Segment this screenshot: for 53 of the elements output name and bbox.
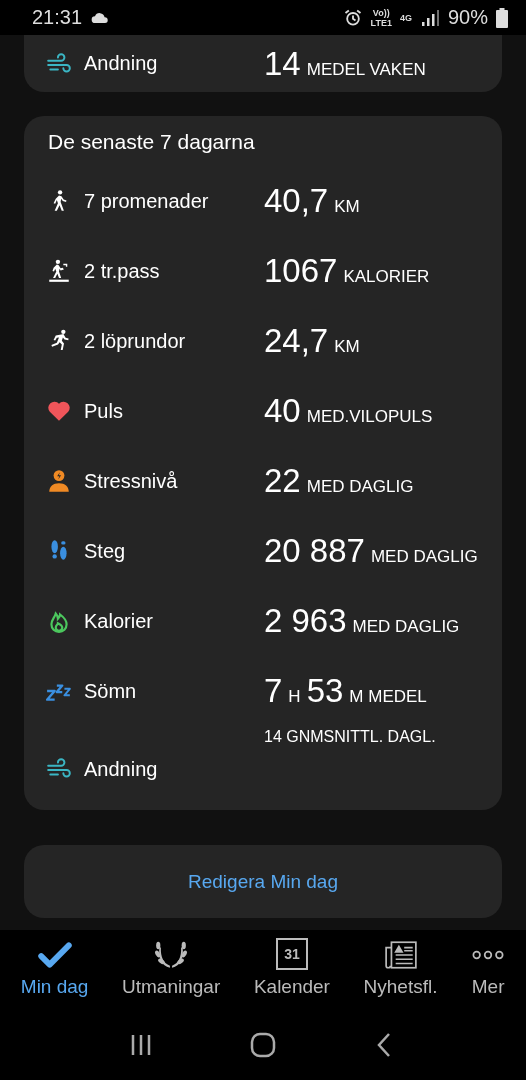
nav-tab[interactable]: Mer [465,930,512,1010]
nav-tab[interactable]: Min dag [14,930,95,1010]
nav-tab[interactable]: Utmaningar [116,930,227,1010]
alarm-clock-icon [342,7,363,28]
stat-unit: MEDEL VAKEN [306,59,426,80]
stat-value: 14 GNMSNITTL. DAGL. [264,728,436,746]
stat-value: 20 887 [264,532,365,570]
stat-unit: MED DAGLIG [306,477,414,497]
edit-button[interactable]: Redigera Min dag [24,845,502,918]
stat-unit: MED DAGLIG [352,617,460,637]
stat-label: Stressnivå [84,469,178,493]
stat-label: Kalorier [84,609,153,633]
stat-value: 22 [264,462,301,500]
stat-unit: KM [334,197,360,217]
nav-tab[interactable]: Nyhetsfl. [357,930,444,1010]
stat-label: Puls [84,399,123,423]
stat-unit: M MEDEL [349,687,427,707]
stat-label: Andning [84,757,158,781]
network-type-label: 4G [399,12,412,23]
signal-icon [419,7,440,28]
stat-value: 40,7 [264,182,329,220]
lte-label: LTE1 [370,17,392,28]
stat-label: 7 promenader [84,189,209,213]
stat-unit: MED.VILOPULS [306,407,433,427]
clock-time: 21:31 [32,6,83,29]
stat-label: Steg [84,539,126,563]
stat-unit: H [288,687,301,707]
person-bolt-icon [46,468,72,494]
stat-unit: KM [334,337,360,357]
battery-percentage: 90% [447,6,488,29]
treadmill-icon [46,258,72,284]
stat-value: 53 [306,672,344,710]
stat-value: 1067 [264,252,338,290]
stat-unit: KALORIER [343,267,430,287]
nav-tab[interactable]: 31 Kalender [247,930,336,1010]
checkmark-icon [37,940,72,970]
stat-value: 2 963 [264,602,347,640]
stat-label: 2 tr.pass [84,259,160,283]
laurel-wreath-icon [154,940,189,970]
battery-icon [496,7,508,28]
volte-label: Vo)) [372,7,390,18]
newspaper-icon [383,940,418,970]
card-title: De senaste 7 dagarna [47,129,256,155]
calendar-icon: 31 [275,938,308,970]
stat-label: Sömn [84,679,137,703]
stat-unit: MED DAGLIG [370,547,478,567]
home-icon[interactable] [249,1031,277,1059]
stat-label: Andning [84,52,158,75]
stat-value: 24,7 [264,322,329,360]
stat-value: 40 [264,392,301,430]
stat-value: 7 [264,672,283,710]
stat-label: 2 löprundor [84,329,186,353]
stat-value: 14 [264,44,301,83]
